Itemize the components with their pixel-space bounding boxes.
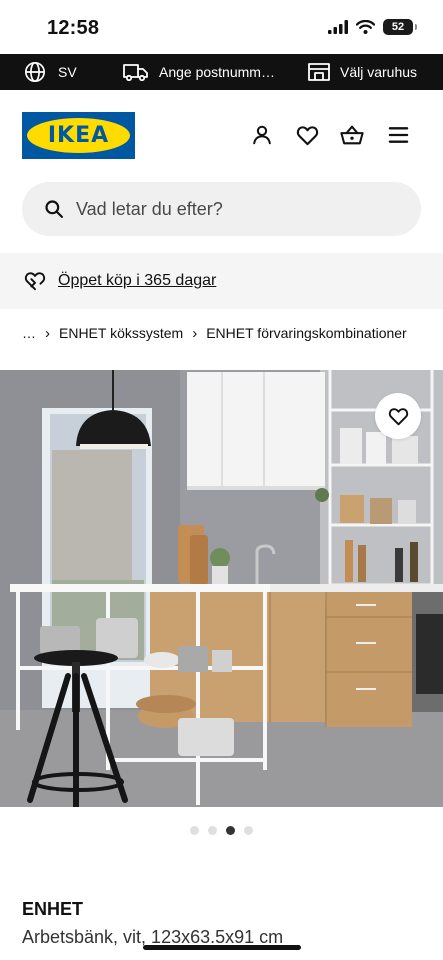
delivery-truck-icon	[123, 64, 148, 82]
breadcrumb-ellipsis[interactable]: …	[22, 325, 36, 341]
logo-text: IKEA	[47, 123, 110, 148]
promo-banner[interactable]: Öppet köp i 365 dagar	[0, 253, 443, 309]
carousel-dot[interactable]	[208, 826, 217, 835]
status-bar: 12:58 52	[0, 0, 443, 54]
chevron-right-icon: ›	[192, 324, 198, 342]
language-label: SV	[58, 64, 77, 80]
carousel-dot[interactable]	[244, 826, 253, 835]
language-selector[interactable]: SV	[24, 54, 77, 90]
return-heart-icon	[24, 272, 46, 291]
store-icon	[308, 63, 330, 81]
shopping-basket-icon[interactable]	[339, 122, 365, 148]
status-time: 12:58	[47, 17, 100, 39]
breadcrumb: … › ENHET kökssystem › ENHET förvaringsk…	[22, 322, 407, 344]
favourites-heart-icon[interactable]	[294, 122, 320, 148]
search-input[interactable]	[76, 198, 376, 220]
utility-bar: SV Ange postnumm… Välj varuhus	[0, 54, 443, 90]
store-label: Välj varuhus	[340, 64, 418, 80]
wifi-icon	[356, 20, 375, 34]
signal-icon	[328, 20, 348, 34]
store-selector[interactable]: Välj varuhus	[308, 54, 417, 90]
heart-icon	[388, 407, 408, 425]
add-to-favourites-button[interactable]	[375, 393, 421, 439]
search-bar[interactable]	[22, 182, 421, 236]
logo-oval: IKEA	[27, 118, 130, 153]
chevron-right-icon: ›	[45, 324, 50, 342]
globe-icon	[25, 62, 45, 82]
breadcrumb-enhet-forvaringskombinationer[interactable]: ENHET förvaringskombinationer	[206, 325, 407, 341]
kitchen-scene-illustration	[0, 370, 443, 807]
carousel-dot[interactable]	[226, 826, 235, 835]
open-purchase-link[interactable]: Öppet köp i 365 dagar	[58, 272, 216, 290]
menu-hamburger-icon[interactable]	[385, 122, 411, 148]
ikea-logo[interactable]: IKEA	[22, 112, 135, 159]
search-icon	[45, 200, 64, 218]
postcode-label: Ange postnumm…	[159, 64, 275, 80]
battery-icon: 52	[383, 19, 417, 35]
product-image[interactable]	[0, 370, 443, 807]
user-profile-icon[interactable]	[249, 122, 275, 148]
postcode-selector[interactable]: Ange postnumm…	[123, 54, 275, 90]
home-indicator	[143, 945, 301, 950]
status-icons: 52	[328, 19, 417, 35]
carousel-dot[interactable]	[190, 826, 199, 835]
breadcrumb-enhet-kokssystem[interactable]: ENHET kökssystem	[59, 325, 183, 341]
product-name[interactable]: ENHET	[22, 899, 83, 920]
carousel-dots	[0, 826, 443, 835]
site-header: IKEA	[0, 90, 443, 178]
